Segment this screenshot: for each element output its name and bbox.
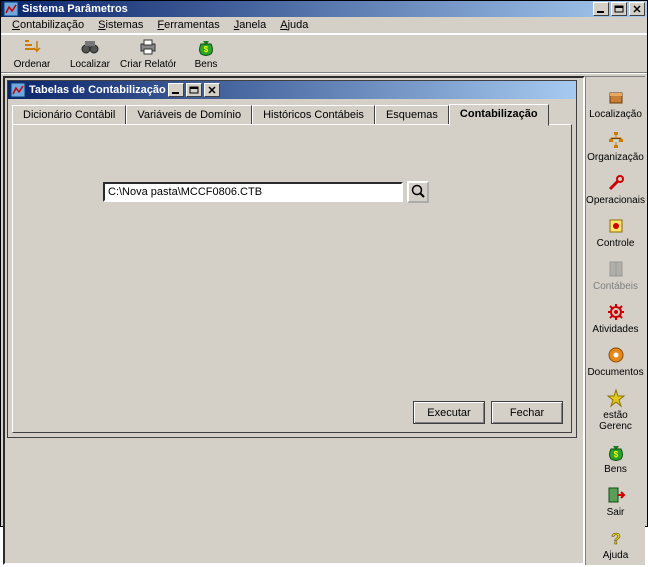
toolbar: Ordenar Localizar Criar Relatório $ Bens	[1, 34, 647, 73]
star-icon	[606, 388, 626, 408]
side-item-sair[interactable]: Sair	[588, 483, 644, 522]
menu-ajuda[interactable]: Ajuda	[273, 17, 315, 33]
fechar-button[interactable]: Fechar	[491, 401, 563, 424]
tool-label: Localizar	[70, 59, 110, 70]
box-icon	[606, 87, 626, 107]
tab-dicionario-contabil[interactable]: Dicionário Contábil	[12, 105, 126, 125]
child-window: Tabelas de Contabilização Dicionário Con…	[7, 80, 577, 438]
close-button[interactable]	[629, 2, 645, 16]
help-icon: ?	[606, 528, 626, 548]
tool-bens[interactable]: $ Bens	[181, 37, 231, 70]
tab-esquemas[interactable]: Esquemas	[375, 105, 449, 125]
browse-button[interactable]	[407, 181, 429, 203]
money-bag-icon: $	[606, 442, 626, 462]
documents-icon	[606, 345, 626, 365]
tab-panel-contabilizacao: Executar Fechar	[12, 124, 572, 433]
side-label: Ajuda	[603, 550, 629, 561]
side-label: Sair	[607, 507, 625, 518]
control-icon	[606, 216, 626, 236]
side-label: Organização	[587, 152, 644, 163]
money-bag-icon: $	[196, 37, 216, 57]
sort-icon	[22, 37, 42, 57]
side-item-atividades[interactable]: Atividades	[588, 300, 644, 339]
child-minimize-button[interactable]	[168, 83, 184, 97]
svg-text:$: $	[613, 450, 618, 459]
side-item-ajuda[interactable]: ? Ajuda	[588, 526, 644, 565]
menu-sistemas[interactable]: Sistemas	[91, 17, 150, 33]
printer-icon	[138, 37, 158, 57]
main-window: Sistema Parâmetros Contabilização Sistem…	[0, 0, 648, 527]
side-item-bens[interactable]: $ Bens	[588, 440, 644, 479]
executar-button[interactable]: Executar	[413, 401, 485, 424]
client-area: Tabelas de Contabilização Dicionário Con…	[1, 73, 647, 567]
side-label: Localização	[589, 109, 642, 120]
main-titlebar: Sistema Parâmetros	[1, 1, 647, 17]
side-panel: Localização Organização Operacionais Con…	[585, 76, 645, 565]
child-titlebar: Tabelas de Contabilização	[8, 81, 576, 99]
side-label: Controle	[597, 238, 635, 249]
side-item-gestao-gerenc[interactable]: estão Gerenc	[588, 386, 644, 436]
child-close-button[interactable]	[204, 83, 220, 97]
gear-icon	[606, 302, 626, 322]
side-label: Documentos	[587, 367, 643, 378]
side-label: Atividades	[592, 324, 638, 335]
maximize-button[interactable]	[611, 2, 627, 16]
org-chart-icon	[606, 130, 626, 150]
main-title: Sistema Parâmetros	[22, 3, 591, 15]
tool-criar-relatorio[interactable]: Criar Relatório	[123, 37, 173, 70]
menu-ferramentas[interactable]: Ferramentas	[150, 17, 226, 33]
tab-variaveis-de-dominio[interactable]: Variáveis de Domínio	[126, 105, 252, 125]
side-label: estão Gerenc	[588, 410, 644, 432]
child-client: Dicionário Contábil Variáveis de Domínio…	[8, 99, 576, 437]
button-row: Executar Fechar	[413, 401, 563, 424]
mdi-area: Tabelas de Contabilização Dicionário Con…	[3, 76, 585, 565]
side-item-localizacao[interactable]: Localização	[588, 85, 644, 124]
tool-label: Bens	[195, 59, 218, 70]
svg-text:?: ?	[611, 531, 621, 548]
tool-ordenar[interactable]: Ordenar	[7, 37, 57, 70]
svg-text:$: $	[204, 45, 209, 54]
side-item-documentos[interactable]: Documentos	[588, 343, 644, 382]
child-icon	[10, 82, 26, 98]
child-title: Tabelas de Contabilização	[29, 84, 166, 96]
app-icon	[3, 1, 19, 17]
path-row	[103, 181, 429, 203]
window-controls	[591, 2, 645, 16]
side-label: Operacionais	[586, 195, 645, 206]
binoculars-icon	[80, 37, 100, 57]
side-item-controle[interactable]: Controle	[588, 214, 644, 253]
exit-icon	[606, 485, 626, 505]
tool-label: Criar Relatório	[120, 59, 176, 70]
magnifier-icon	[410, 183, 426, 202]
child-maximize-button[interactable]	[186, 83, 202, 97]
side-item-organizacao[interactable]: Organização	[588, 128, 644, 167]
tool-localizar[interactable]: Localizar	[65, 37, 115, 70]
tab-historicos-contabeis[interactable]: Históricos Contábeis	[252, 105, 375, 125]
minimize-button[interactable]	[593, 2, 609, 16]
menubar: Contabilização Sistemas Ferramentas Jane…	[1, 17, 647, 34]
side-item-contabeis[interactable]: Contábeis	[588, 257, 644, 296]
side-label: Contábeis	[593, 281, 638, 292]
tabs-row: Dicionário Contábil Variáveis de Domínio…	[12, 103, 572, 125]
side-label: Bens	[604, 464, 627, 475]
menu-contabilizacao[interactable]: Contabilização	[5, 17, 91, 33]
path-input[interactable]	[103, 182, 403, 202]
book-icon	[606, 259, 626, 279]
side-item-operacionais[interactable]: Operacionais	[588, 171, 644, 210]
tab-contabilizacao[interactable]: Contabilização	[449, 104, 549, 126]
child-window-controls	[166, 83, 220, 97]
tools-icon	[606, 173, 626, 193]
tool-label: Ordenar	[14, 59, 51, 70]
menu-janela[interactable]: Janela	[227, 17, 273, 33]
